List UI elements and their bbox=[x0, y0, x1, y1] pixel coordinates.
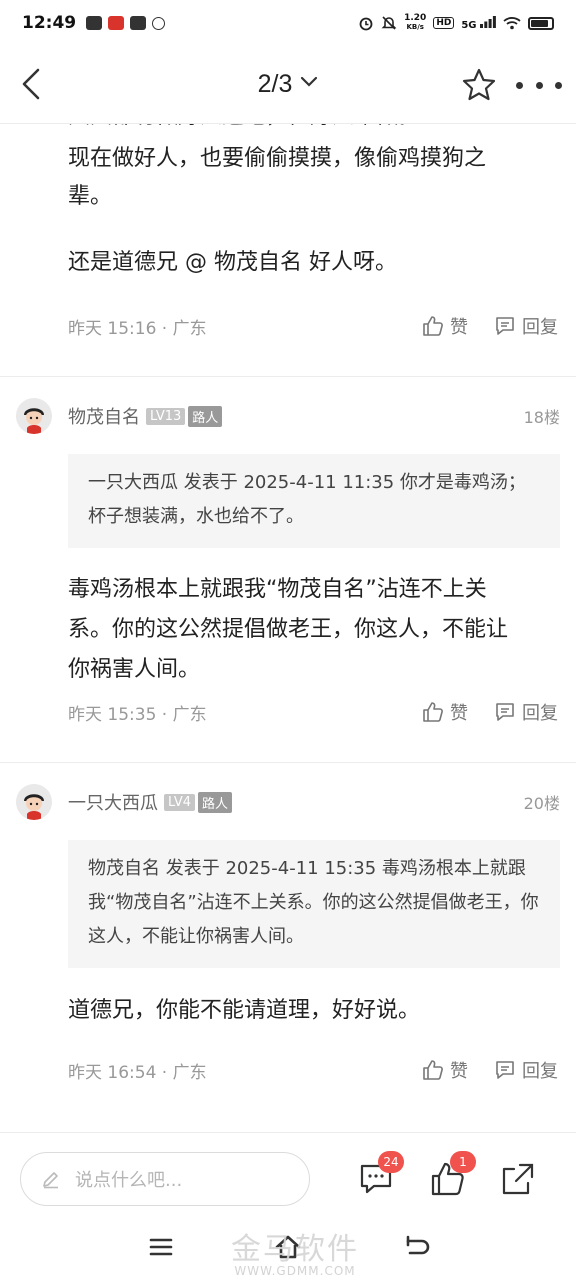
floor-number: 18楼 bbox=[523, 408, 560, 427]
avatar[interactable] bbox=[16, 398, 52, 434]
post-paragraph: 还是道德兄 @ 物茂自名 好人呀。 bbox=[68, 250, 397, 275]
bottom-action-bar: 说点什么吧... 24 1 bbox=[0, 1132, 576, 1214]
reply-comment-icon bbox=[496, 1061, 514, 1079]
wifi-icon bbox=[503, 17, 521, 30]
menu-icon[interactable] bbox=[146, 1232, 176, 1262]
comment-thread: 大大都有做好人这毛，但好人难做。 现在做好人，也要偷偷摸摸，像偷鸡摸狗之辈。 还… bbox=[0, 124, 576, 1132]
battery-icon bbox=[528, 16, 554, 30]
comment-time-location: 昨天 15:16 · 广东 bbox=[68, 318, 207, 339]
net-speed: 1.20 KB/s bbox=[404, 13, 427, 32]
divider bbox=[0, 376, 576, 377]
signal-indicator: 5G bbox=[461, 15, 496, 31]
like-post-button[interactable]: 1 bbox=[430, 1151, 476, 1197]
signal-bars-icon bbox=[480, 15, 496, 28]
share-icon bbox=[502, 1163, 534, 1195]
thumb-up-icon bbox=[423, 1060, 443, 1080]
post-paragraph: 现在做好人，也要偷偷摸摸，像偷鸡摸狗之辈。 bbox=[68, 146, 487, 209]
favorite-star-icon[interactable] bbox=[460, 66, 498, 104]
hotspot-icon bbox=[152, 16, 166, 30]
like-button[interactable]: 赞 bbox=[422, 699, 468, 725]
comment-input[interactable]: 说点什么吧... bbox=[20, 1152, 310, 1206]
comment-text: 毒鸡汤根本上就跟我“物茂自名”沾连不上关系。你的这公然提倡做老王，你这人，不能让… bbox=[68, 577, 509, 682]
thumb-up-icon bbox=[423, 316, 443, 336]
reply-button[interactable]: 回复 bbox=[494, 313, 558, 339]
role-badge: 路人 bbox=[197, 791, 232, 813]
back-icon[interactable] bbox=[402, 1232, 432, 1262]
comment-meta: 昨天 15:16 · 广东 赞 回复 bbox=[0, 306, 576, 346]
wechat-icon bbox=[86, 16, 103, 30]
comment-author-row: 一只大西瓜 LV4 路人 20楼 bbox=[0, 780, 576, 824]
alarm-icon bbox=[359, 17, 373, 31]
comment-time-location: 昨天 16:54 · 广东 bbox=[68, 1062, 207, 1083]
thumb-up-icon bbox=[423, 702, 443, 722]
level-badge: LV13 bbox=[146, 407, 186, 425]
comments-button[interactable]: 24 bbox=[358, 1151, 404, 1197]
avatar-cartoon-icon bbox=[16, 784, 52, 820]
reply-button[interactable]: 回复 bbox=[494, 1057, 558, 1083]
reply-comment-icon bbox=[496, 317, 514, 335]
mute-bell-icon bbox=[381, 16, 397, 30]
comment-time-location: 昨天 15:35 · 广东 bbox=[68, 704, 207, 725]
watermark-logo: 金马软件 WWW.GDMM.COM bbox=[190, 1224, 400, 1278]
avatar[interactable] bbox=[16, 784, 52, 820]
divider bbox=[0, 762, 576, 763]
reply-comment-icon bbox=[496, 703, 514, 721]
like-button[interactable]: 赞 bbox=[422, 313, 468, 339]
pencil-icon bbox=[43, 1172, 58, 1189]
like-count-badge: 1 bbox=[450, 1151, 476, 1173]
page-indicator: 2/3 bbox=[257, 70, 293, 98]
watermark-url: WWW.GDMM.COM bbox=[234, 1264, 356, 1278]
app-notification-icon bbox=[108, 16, 125, 30]
author-name[interactable]: 物茂自名 bbox=[68, 403, 140, 429]
comment-author-row: 物茂自名 LV13 路人 18楼 bbox=[0, 394, 576, 438]
status-bar: 12:49 1.20 KB/s HD 5G bbox=[0, 0, 576, 46]
chevron-down-icon bbox=[301, 76, 318, 87]
status-time: 12:49 bbox=[22, 13, 77, 33]
reply-button[interactable]: 回复 bbox=[494, 699, 558, 725]
author-name[interactable]: 一只大西瓜 bbox=[68, 789, 158, 815]
comment-meta: 昨天 15:35 · 广东 赞 回复 bbox=[0, 692, 576, 732]
level-badge: LV4 bbox=[164, 793, 195, 811]
share-button[interactable] bbox=[500, 1161, 536, 1197]
like-button[interactable]: 赞 bbox=[422, 1057, 468, 1083]
comment-count-badge: 24 bbox=[378, 1151, 404, 1173]
comment-text: 道德兄，你能不能请道理，好好说。 bbox=[68, 998, 421, 1023]
message-icon bbox=[130, 16, 147, 30]
role-badge: 路人 bbox=[188, 405, 223, 427]
comment-input-placeholder: 说点什么吧... bbox=[75, 1170, 183, 1191]
quoted-reply: 一只大西瓜 发表于 2025-4-11 11:35 你才是毒鸡汤； 杯子想装满，… bbox=[68, 454, 560, 548]
floor-number: 20楼 bbox=[523, 794, 560, 813]
comment-meta: 昨天 16:54 · 广东 赞 回复 bbox=[0, 1050, 576, 1090]
clipped-text-line: 大大都有做好人这毛，但好人难做。 bbox=[0, 124, 576, 126]
quoted-reply: 物茂自名 发表于 2025-4-11 15:35 毒鸡汤根本上就跟我“物茂自名”… bbox=[68, 840, 560, 968]
system-nav-bar: 金马软件 WWW.GDMM.COM bbox=[0, 1214, 576, 1280]
avatar-cartoon-icon bbox=[16, 398, 52, 434]
top-nav-bar: 2/3 bbox=[0, 46, 576, 124]
more-options-icon[interactable] bbox=[516, 72, 562, 98]
hd-indicator: HD bbox=[433, 17, 455, 29]
